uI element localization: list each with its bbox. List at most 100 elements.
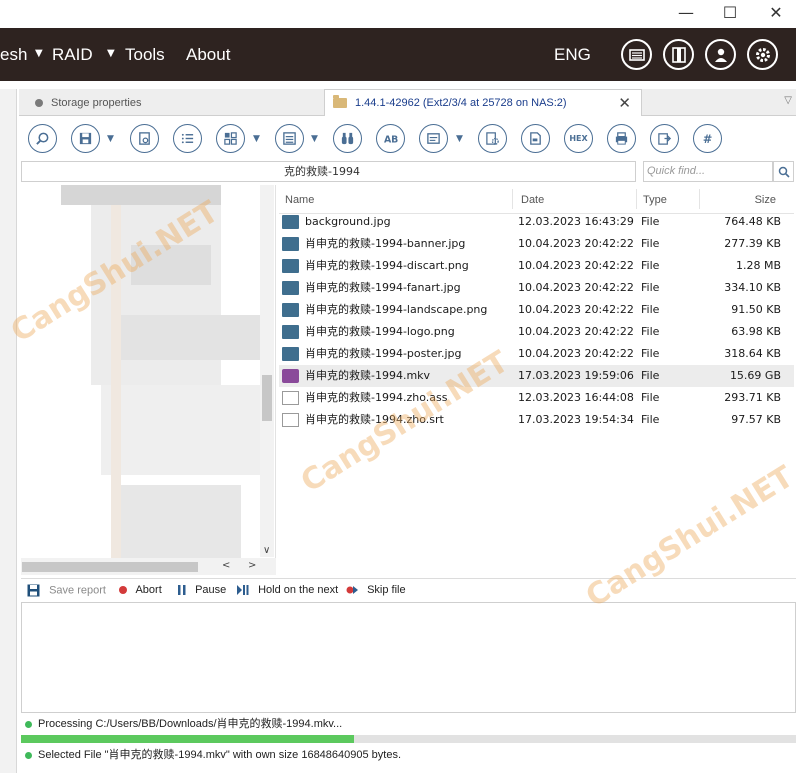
file-size: 91.50 KB xyxy=(731,303,781,316)
close-tab-icon[interactable]: ✕ xyxy=(618,94,631,112)
chevron-down-icon[interactable]: ▼ xyxy=(107,48,115,59)
scroll-down-icon[interactable]: ∨ xyxy=(263,545,270,556)
search-icon[interactable] xyxy=(773,161,794,182)
chevron-down-icon[interactable]: ▼ xyxy=(35,48,43,59)
pause-button[interactable]: Pause xyxy=(178,584,226,596)
file-type: File xyxy=(641,391,660,404)
preview-icon[interactable] xyxy=(419,124,448,153)
export-icon[interactable] xyxy=(650,124,679,153)
menu-item-refresh[interactable]: esh xyxy=(0,45,27,65)
menu-item-about[interactable]: About xyxy=(186,45,230,65)
settings-icon[interactable] xyxy=(478,124,507,153)
hold-icon xyxy=(237,585,249,596)
column-header-size[interactable]: Size xyxy=(755,194,776,206)
column-divider[interactable] xyxy=(512,189,513,209)
save-report-button[interactable]: Save report xyxy=(27,584,106,597)
skip-file-label: Skip file xyxy=(367,584,406,596)
skip-icon xyxy=(346,586,358,595)
save-report-label: Save report xyxy=(49,584,106,597)
file-date: 10.04.2023 20:42:22 xyxy=(518,303,634,316)
column-header-type[interactable]: Type xyxy=(643,194,667,206)
report-log-area[interactable] xyxy=(21,602,796,713)
file-row[interactable]: 肖申克的救赎-1994-fanart.jpg 10.04.2023 20:42:… xyxy=(279,277,794,299)
chevron-down-icon[interactable]: ▼ xyxy=(311,134,318,144)
tab-list-icon[interactable]: ▽ xyxy=(784,95,792,106)
details-icon[interactable] xyxy=(275,124,304,153)
column-header-name[interactable]: Name xyxy=(285,194,314,206)
file-name: 肖申克的救赎-1994.zho.srt xyxy=(305,413,444,426)
tab-label: Storage properties xyxy=(51,96,142,109)
file-row[interactable]: 肖申克的救赎-1994-discart.png 10.04.2023 20:42… xyxy=(279,255,794,277)
image-file-icon xyxy=(282,259,299,273)
tree-vertical-scrollbar[interactable] xyxy=(260,185,274,557)
status-dot-icon xyxy=(25,751,32,759)
skip-file-button[interactable]: Skip file xyxy=(346,584,406,596)
column-header-date[interactable]: Date xyxy=(521,194,544,206)
file-date: 10.04.2023 20:42:22 xyxy=(518,347,634,360)
minimize-button[interactable]: — xyxy=(666,2,706,26)
binoculars-icon[interactable] xyxy=(333,124,362,153)
print-icon[interactable] xyxy=(607,124,636,153)
progress-fill xyxy=(21,735,355,743)
file-type: File xyxy=(641,413,660,426)
scroll-thumb[interactable] xyxy=(262,375,272,421)
path-field[interactable]: 克的救赎-1994 xyxy=(21,161,636,182)
chevron-down-icon[interactable]: ▼ xyxy=(456,134,463,144)
drive-icon[interactable] xyxy=(621,39,652,70)
file-row-selected[interactable]: 肖申克的救赎-1994.mkv 17.03.2023 19:59:06 File… xyxy=(279,365,794,387)
hash-icon[interactable]: # xyxy=(693,124,722,153)
image-file-icon xyxy=(282,237,299,251)
file-row[interactable]: 肖申克的救赎-1994.zho.srt 17.03.2023 19:54:34 … xyxy=(279,409,794,431)
file-row[interactable]: 肖申克的救赎-1994-banner.jpg 10.04.2023 20:42:… xyxy=(279,233,794,255)
column-divider[interactable] xyxy=(636,189,637,209)
folder-tree[interactable] xyxy=(21,185,276,575)
quick-find-input[interactable]: Quick find... xyxy=(643,161,773,182)
file-row[interactable]: 肖申克的救赎-1994-poster.jpg 10.04.2023 20:42:… xyxy=(279,343,794,365)
language-selector[interactable]: ENG xyxy=(554,45,591,65)
hex-icon[interactable]: HEX xyxy=(564,124,593,153)
tab-storage-properties[interactable]: Storage properties xyxy=(25,89,325,116)
file-name: 肖申克的救赎-1994-discart.png xyxy=(305,259,469,272)
file-type: File xyxy=(641,259,660,272)
file-list-header: Name Date Type Size xyxy=(279,185,794,214)
gear-icon[interactable] xyxy=(747,39,778,70)
list-icon[interactable] xyxy=(173,124,202,153)
text-file-icon xyxy=(282,413,299,427)
maximize-button[interactable]: ☐ xyxy=(710,2,750,26)
ab-icon[interactable]: AB xyxy=(376,124,405,153)
main-menu-bar: esh ▼ RAID ▼ Tools About ENG xyxy=(0,28,796,81)
panel-icon[interactable] xyxy=(663,39,694,70)
file-name: 肖申克的救赎-1994-fanart.jpg xyxy=(305,281,461,294)
column-divider[interactable] xyxy=(699,189,700,209)
file-name: 肖申克的救赎-1994-banner.jpg xyxy=(305,237,466,250)
abort-icon xyxy=(119,586,127,595)
left-panel-edge xyxy=(0,89,17,773)
file-row[interactable]: 肖申克的救赎-1994.zho.ass 12.03.2023 16:44:08 … xyxy=(279,387,794,409)
tab-filesystem[interactable]: 1.44.1-42962 (Ext2/3/4 at 25728 on NAS:2… xyxy=(324,89,642,116)
file-date: 17.03.2023 19:59:06 xyxy=(518,369,634,382)
file-row[interactable]: 肖申克的救赎-1994-logo.png 10.04.2023 20:42:22… xyxy=(279,321,794,343)
user-icon[interactable] xyxy=(705,39,736,70)
close-window-button[interactable]: ✕ xyxy=(756,2,796,26)
folder-icon xyxy=(333,95,347,108)
scroll-right-icon[interactable]: > xyxy=(248,560,256,571)
hold-button[interactable]: Hold on the next xyxy=(237,584,338,596)
find-icon[interactable] xyxy=(28,124,57,153)
menu-item-raid[interactable]: RAID xyxy=(52,45,93,65)
doc-icon[interactable] xyxy=(521,124,550,153)
progress-bar xyxy=(21,735,796,743)
scroll-left-icon[interactable]: < xyxy=(222,560,230,571)
file-row[interactable]: 肖申克的救赎-1994-landscape.png 10.04.2023 20:… xyxy=(279,299,794,321)
selection-status: Selected File "肖申克的救赎-1994.mkv" with own… xyxy=(21,746,796,764)
file-name: 肖申克的救赎-1994.mkv xyxy=(305,369,431,382)
save-icon[interactable] xyxy=(71,124,100,153)
chevron-down-icon[interactable]: ▼ xyxy=(253,134,260,144)
save-icon xyxy=(27,584,40,597)
scroll-thumb[interactable] xyxy=(22,562,198,572)
scan-icon[interactable] xyxy=(130,124,159,153)
abort-button[interactable]: Abort xyxy=(119,584,162,596)
chevron-down-icon[interactable]: ▼ xyxy=(107,134,114,144)
file-row[interactable]: background.jpg 12.03.2023 16:43:29 File … xyxy=(279,211,794,233)
menu-item-tools[interactable]: Tools xyxy=(125,45,165,65)
view-icon[interactable] xyxy=(216,124,245,153)
